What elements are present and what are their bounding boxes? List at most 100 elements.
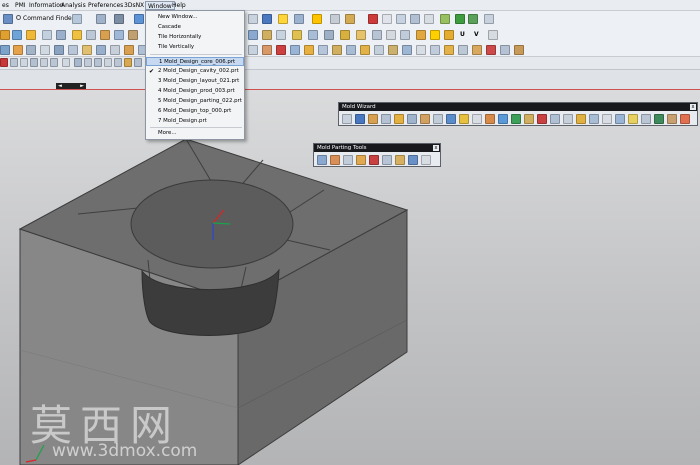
- parting-tool-icon[interactable]: [369, 155, 379, 165]
- toolbar-icon[interactable]: [262, 14, 272, 24]
- toolbar-icon[interactable]: [318, 45, 328, 55]
- menu-item-window-4[interactable]: 4 Mold_Design_prod_003.prt: [146, 87, 244, 96]
- toolbar-icon[interactable]: [410, 14, 420, 24]
- toolbar-icon[interactable]: [455, 14, 465, 24]
- toolbar-icon[interactable]: [324, 30, 334, 40]
- toolbar-icon[interactable]: [374, 45, 384, 55]
- mw-tool-icon[interactable]: [667, 114, 677, 124]
- command-finder-button[interactable]: Command Finder: [16, 14, 74, 24]
- menu-item-window-6[interactable]: 6 Mold_Design_top_000.prt: [146, 107, 244, 116]
- mw-tool-icon[interactable]: [537, 114, 547, 124]
- mw-tool-icon[interactable]: [563, 114, 573, 124]
- toolbar-icon[interactable]: [82, 45, 92, 55]
- mold-wizard-title-bar[interactable]: Mold Wizard x: [339, 103, 697, 111]
- mw-tool-icon[interactable]: [381, 114, 391, 124]
- toolbar-icon[interactable]: [332, 45, 342, 55]
- mw-tool-icon[interactable]: [394, 114, 404, 124]
- menu-tools-partial[interactable]: es: [0, 1, 11, 10]
- mw-tool-icon[interactable]: [355, 114, 365, 124]
- menu-item-window-2[interactable]: ✔ 2 Mold_Design_cavity_002.prt: [146, 67, 244, 76]
- toolbar-icon[interactable]: [308, 30, 318, 40]
- toolbar-icon[interactable]: [56, 30, 66, 40]
- mw-tool-icon[interactable]: [602, 114, 612, 124]
- mw-tool-icon[interactable]: [485, 114, 495, 124]
- toolbar-icon[interactable]: [372, 30, 382, 40]
- toolbar-icon[interactable]: [276, 45, 286, 55]
- mw-tool-icon[interactable]: [472, 114, 482, 124]
- toolbar-icon[interactable]: [96, 14, 106, 24]
- mw-tool-icon[interactable]: [368, 114, 378, 124]
- menu-analysis[interactable]: Analysis: [59, 1, 88, 10]
- mold-parting-tools-toolbar[interactable]: Mold Parting Tools x: [313, 143, 441, 167]
- mw-tool-icon[interactable]: [654, 114, 664, 124]
- mw-tool-icon[interactable]: [446, 114, 456, 124]
- toolbar-icon[interactable]: [345, 14, 355, 24]
- toolbar-icon[interactable]: [114, 58, 122, 67]
- toolbar-icon[interactable]: [128, 30, 138, 40]
- mw-tool-icon[interactable]: [433, 114, 443, 124]
- menu-preferences[interactable]: Preferences: [86, 1, 125, 10]
- mold-parting-tools-title-bar[interactable]: Mold Parting Tools x: [314, 144, 440, 152]
- toolbar-icon[interactable]: [94, 58, 102, 67]
- toolbar-icon[interactable]: [400, 30, 410, 40]
- toolbar-icon[interactable]: [13, 45, 23, 55]
- toolbar-icon[interactable]: [360, 45, 370, 55]
- toolbar-icon[interactable]: [278, 14, 288, 24]
- toolbar-icon[interactable]: [0, 45, 10, 55]
- mw-tool-icon[interactable]: [420, 114, 430, 124]
- parting-tool-icon[interactable]: [421, 155, 431, 165]
- parting-tool-icon[interactable]: [408, 155, 418, 165]
- parting-tool-icon[interactable]: [343, 155, 353, 165]
- menu-item-window-7[interactable]: 7 Mold_Design.prt: [146, 117, 244, 126]
- toolbar-icon[interactable]: [72, 14, 82, 24]
- toolbar-icon[interactable]: [368, 14, 378, 24]
- toolbar-icon[interactable]: [356, 30, 366, 40]
- toolbar-icon[interactable]: [54, 45, 64, 55]
- toolbar-icon[interactable]: [30, 58, 38, 67]
- menu-pmi[interactable]: PMI: [13, 1, 28, 10]
- toolbar-icon[interactable]: [0, 30, 10, 40]
- toolbar-icon[interactable]: [124, 45, 134, 55]
- mw-tool-icon[interactable]: [498, 114, 508, 124]
- toolbar-icon[interactable]: [382, 14, 392, 24]
- toolbar-icon[interactable]: [40, 45, 50, 55]
- toolbar-icon[interactable]: [26, 30, 36, 40]
- toolbar-icon[interactable]: [134, 58, 142, 67]
- toolbar-icon[interactable]: [72, 30, 82, 40]
- mw-tool-icon[interactable]: [550, 114, 560, 124]
- toolbar-icon[interactable]: [500, 45, 510, 55]
- mw-tool-icon[interactable]: [615, 114, 625, 124]
- toolbar-icon[interactable]: [290, 45, 300, 55]
- menu-3dsnx[interactable]: 3DsNX: [122, 1, 146, 10]
- close-icon[interactable]: x: [690, 104, 696, 110]
- toolbar-icon[interactable]: [292, 30, 302, 40]
- toolbar-icon[interactable]: [488, 30, 498, 40]
- toolbar-icon[interactable]: [3, 14, 13, 24]
- toolbar-icon[interactable]: [388, 45, 398, 55]
- toolbar-icon[interactable]: [0, 58, 8, 67]
- toolbar-icon[interactable]: [40, 58, 48, 67]
- toolbar-icon[interactable]: [458, 45, 468, 55]
- toolbar-icon[interactable]: [42, 30, 52, 40]
- toolbar-icon[interactable]: [50, 58, 58, 67]
- menu-item-cascade[interactable]: Cascade: [146, 23, 244, 32]
- toolbar-icon[interactable]: [20, 58, 28, 67]
- toolbar-icon[interactable]: [468, 14, 478, 24]
- mw-tool-icon[interactable]: [628, 114, 638, 124]
- toolbar-icon[interactable]: [514, 45, 524, 55]
- toolbar-icon[interactable]: [12, 30, 22, 40]
- menu-item-window-3[interactable]: 3 Mold_Design_layout_021.prt: [146, 77, 244, 86]
- toolbar-icon[interactable]: [276, 30, 286, 40]
- toolbar-icon[interactable]: [86, 30, 96, 40]
- menu-item-tile-horizontally[interactable]: Tile Horizontally: [146, 33, 244, 42]
- mw-tool-icon[interactable]: [641, 114, 651, 124]
- u-icon[interactable]: U: [460, 30, 465, 40]
- toolbar-icon[interactable]: [74, 58, 82, 67]
- toolbar-icon[interactable]: [386, 30, 396, 40]
- toolbar-icon[interactable]: [96, 45, 106, 55]
- close-icon[interactable]: x: [433, 145, 439, 151]
- toolbar-icon[interactable]: [248, 45, 258, 55]
- toolbar-icon[interactable]: [424, 14, 434, 24]
- menu-item-window-5[interactable]: 5 Mold_Design_parting_022.prt: [146, 97, 244, 106]
- v-icon[interactable]: V: [474, 30, 479, 40]
